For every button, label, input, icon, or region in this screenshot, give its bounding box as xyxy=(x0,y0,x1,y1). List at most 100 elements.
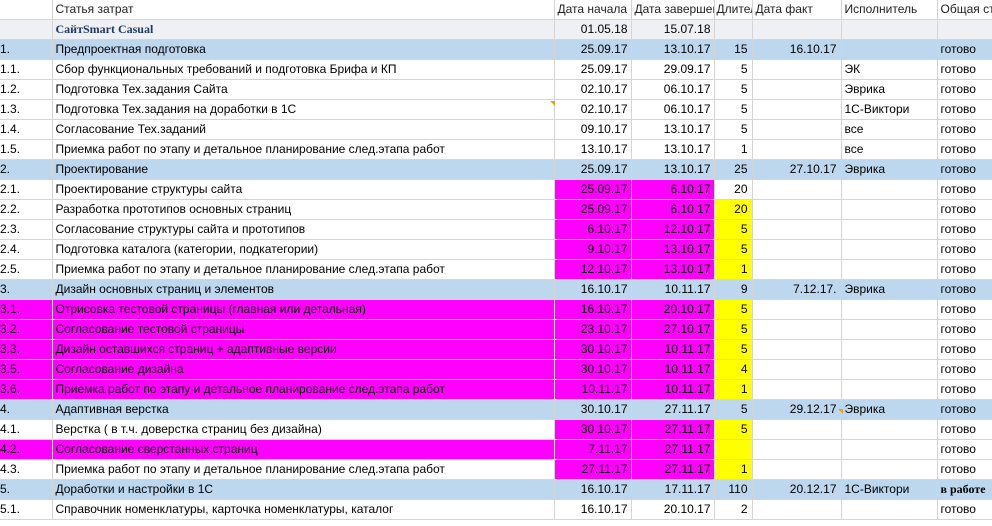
cell-num[interactable]: 1.5. xyxy=(0,139,53,161)
cell-exec[interactable] xyxy=(841,419,938,441)
cell-end[interactable]: 13.10.17 xyxy=(631,39,715,61)
cell-fact[interactable] xyxy=(752,359,842,381)
cell-end[interactable]: 17.11.17 xyxy=(631,479,715,501)
cell-status[interactable]: готово xyxy=(937,419,992,441)
cell-end[interactable]: 13.10.17 xyxy=(631,239,715,261)
cell-dur[interactable]: 5 xyxy=(714,119,753,141)
cell-end[interactable]: 13.10.17 xyxy=(631,119,715,141)
cell-dur[interactable]: 5 xyxy=(714,419,753,441)
cell-num[interactable]: 3. xyxy=(0,279,53,301)
header-duration[interactable]: Длительность xyxy=(714,0,753,21)
cell-end[interactable]: 10.11.17 xyxy=(631,339,715,361)
cell-start[interactable]: 25.09.17 xyxy=(554,39,632,61)
cell-fact[interactable] xyxy=(752,499,842,521)
cell-num[interactable]: 2.1. xyxy=(0,179,53,201)
cell-fact[interactable] xyxy=(752,319,842,341)
cell-dur[interactable]: 1 xyxy=(714,379,753,401)
cell-status[interactable]: готово xyxy=(937,79,992,101)
cell-num[interactable]: 3.6. xyxy=(0,379,53,401)
cell-status[interactable]: готово xyxy=(937,359,992,381)
cell-name[interactable]: Подготовка Тех.задания на доработки в 1С xyxy=(52,99,555,121)
cell-dur[interactable]: 5 xyxy=(714,319,753,341)
cell-fact[interactable] xyxy=(752,119,842,141)
cell-name[interactable]: Приемка работ по этапу и детальное плани… xyxy=(52,459,555,481)
cell-exec[interactable]: ЭК xyxy=(841,59,938,81)
cell-num[interactable]: 5.1. xyxy=(0,499,53,521)
cell-num[interactable]: 2.5. xyxy=(0,259,53,281)
cell-dur[interactable]: 5 xyxy=(714,399,753,421)
cell-status[interactable]: готово xyxy=(937,299,992,321)
cell-dur[interactable]: 5 xyxy=(714,99,753,121)
cell-start[interactable]: 16.10.17 xyxy=(554,499,632,521)
cell-dur[interactable]: 1 xyxy=(714,139,753,161)
cell-start[interactable]: 27.11.17 xyxy=(554,459,632,481)
cell-status[interactable]: готово xyxy=(937,119,992,141)
cell-fact[interactable] xyxy=(752,139,842,161)
cell-fact[interactable] xyxy=(752,199,842,221)
cell-name[interactable]: Приемка работ по этапу и детальное плани… xyxy=(52,259,555,281)
cell-status[interactable]: готово xyxy=(937,319,992,341)
cell-name[interactable]: Адаптивная верстка xyxy=(52,399,555,421)
cell-num[interactable]: 3.2. xyxy=(0,319,53,341)
cell-end[interactable]: 6.10.17 xyxy=(631,199,715,221)
cell-start[interactable]: 13.10.17 xyxy=(554,139,632,161)
cell-status[interactable]: готово xyxy=(937,239,992,261)
cell-dur[interactable]: 5 xyxy=(714,339,753,361)
cell-status[interactable]: готово xyxy=(937,59,992,81)
cell-num[interactable]: 2.3. xyxy=(0,219,53,241)
cell-fact[interactable]: 27.10.17 xyxy=(752,159,842,181)
cell-dur[interactable]: 2 xyxy=(714,499,753,521)
cell-name[interactable]: Приемка работ по этапу и детальное плани… xyxy=(52,139,555,161)
cell-num[interactable]: 1.4. xyxy=(0,119,53,141)
cell-num[interactable]: 3.3. xyxy=(0,339,53,361)
cell-start[interactable]: 25.09.17 xyxy=(554,159,632,181)
cell-start[interactable]: 9.10.17 xyxy=(554,239,632,261)
cell-num[interactable]: 4.3. xyxy=(0,459,53,481)
cell-fact[interactable] xyxy=(752,99,842,121)
cell-num[interactable]: 2.4. xyxy=(0,239,53,261)
cell-start[interactable]: 7.11.17 xyxy=(554,439,632,461)
cell-name[interactable]: Согласование тестовой страницы xyxy=(52,319,555,341)
cell-num[interactable]: 4. xyxy=(0,399,53,421)
cell-start[interactable]: 16.10.17 xyxy=(554,299,632,321)
cell-status[interactable]: готово xyxy=(937,39,992,61)
cell-status[interactable]: готово xyxy=(937,99,992,121)
cell-fact[interactable]: 29.12.17 xyxy=(752,399,842,421)
cell-dur[interactable]: 25 xyxy=(714,159,753,181)
cell-status[interactable]: готово xyxy=(937,139,992,161)
cell-end[interactable]: 10.11.17 xyxy=(631,379,715,401)
cell-fact[interactable] xyxy=(752,339,842,361)
header-executor[interactable]: Исполнитель xyxy=(841,0,938,21)
cell-end[interactable]: 13.10.17 xyxy=(631,259,715,281)
cell-fact[interactable] xyxy=(752,379,842,401)
cell-num[interactable]: 1.2. xyxy=(0,79,53,101)
cell-fact[interactable] xyxy=(752,259,842,281)
cell-status[interactable]: готово xyxy=(937,159,992,181)
cell-end[interactable]: 06.10.17 xyxy=(631,79,715,101)
cell-start[interactable]: 6.10.17 xyxy=(554,219,632,241)
cell-end[interactable]: 27.10.17 xyxy=(631,319,715,341)
cell-name[interactable]: Проектирование xyxy=(52,159,555,181)
cell-exec[interactable] xyxy=(841,179,938,201)
cell-end[interactable]: 27.11.17 xyxy=(631,399,715,421)
cell-start[interactable]: 16.10.17 xyxy=(554,479,632,501)
cell-status[interactable]: готово xyxy=(937,339,992,361)
cell-status[interactable]: готово xyxy=(937,179,992,201)
comment-marker[interactable] xyxy=(550,101,555,106)
cell-fact[interactable] xyxy=(752,179,842,201)
cell-status[interactable]: готово xyxy=(937,259,992,281)
cell-name[interactable]: СайтSmart Casual xyxy=(52,19,555,41)
header-status[interactable]: Общая стоимость xyxy=(937,0,992,21)
cell-dur[interactable]: 1 xyxy=(714,259,753,281)
cell-end[interactable]: 6.10.17 xyxy=(631,179,715,201)
cell-exec[interactable] xyxy=(841,19,938,41)
header-fact-date[interactable]: Дата факт xyxy=(752,0,842,21)
cell-dur[interactable]: 1 xyxy=(714,459,753,481)
cell-dur[interactable]: 5 xyxy=(714,59,753,81)
header-end[interactable]: Дата завершения xyxy=(631,0,715,21)
cell-name[interactable]: Проектирование структуры сайта xyxy=(52,179,555,201)
cell-exec[interactable] xyxy=(841,219,938,241)
cell-status[interactable]: готово xyxy=(937,379,992,401)
cell-exec[interactable] xyxy=(841,459,938,481)
cell-dur[interactable]: 4 xyxy=(714,359,753,381)
